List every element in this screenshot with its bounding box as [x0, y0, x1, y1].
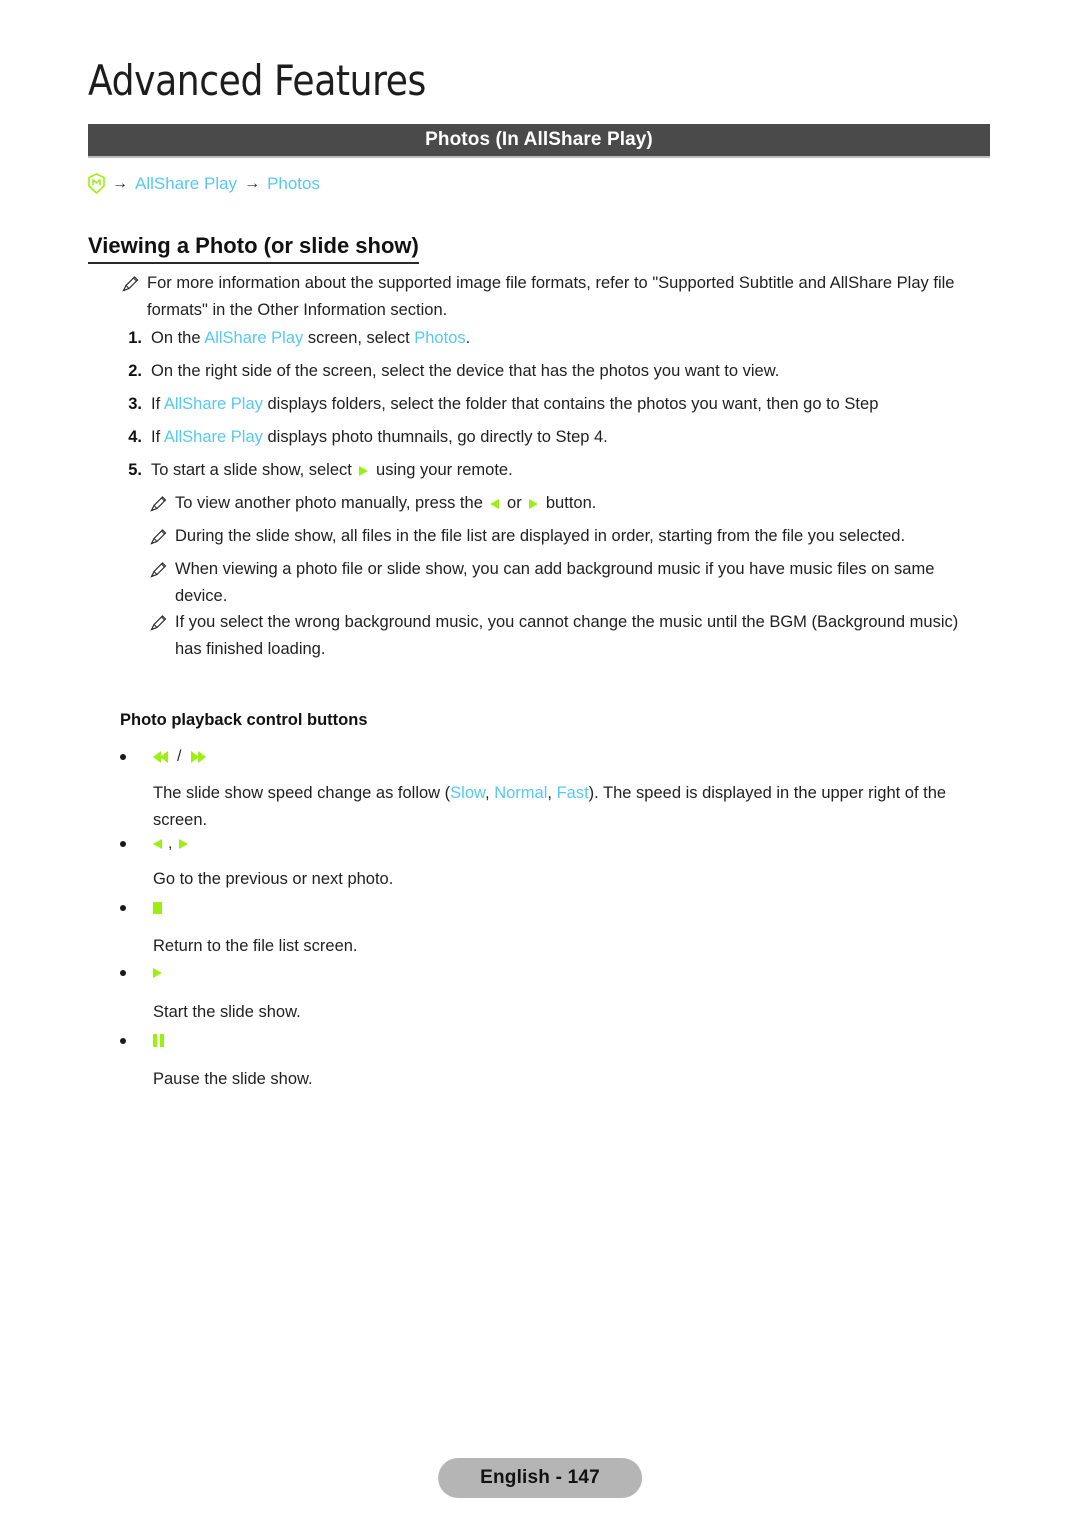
step-1-pre: On the [151, 329, 205, 347]
step-4-mid: displays photo thumnails, go directly to… [262, 428, 608, 446]
glyph-separator: / [177, 748, 182, 765]
step-2: 2. On the right side of the screen, sele… [122, 358, 988, 385]
control-stop-glyphs [153, 902, 162, 914]
play-icon [153, 968, 162, 978]
step-3-pre: If [151, 395, 164, 413]
breadcrumb-item-allshare-play[interactable]: AllShare Play [135, 174, 237, 194]
pencil-note-icon [150, 527, 167, 545]
control-play-glyphs [153, 968, 162, 978]
manual-page: Advanced Features Photos (In AllShare Pl… [0, 0, 1080, 1534]
step-3-mid: displays folders, select the folder that… [262, 395, 879, 413]
step-4-text: If AllShare Play displays photo thumnail… [151, 424, 988, 451]
control-stop-description: Return to the file list screen. [153, 937, 358, 955]
breadcrumb-arrow-2: → [244, 174, 261, 192]
pencil-note-icon [150, 494, 167, 512]
control-item-prev-next: , [120, 835, 189, 853]
step-3-text: If AllShare Play displays folders, selec… [151, 391, 988, 418]
intro-note: For more information about the supported… [122, 270, 988, 323]
step-1-link-photos[interactable]: Photos [414, 329, 465, 347]
note-4-text: If you select the wrong background music… [175, 613, 959, 658]
bullet-dot [120, 754, 126, 760]
glyph-separator: , [168, 835, 173, 852]
menu-icon [88, 173, 105, 195]
step-4-number: 4. [128, 428, 142, 446]
control-pause-description: Pause the slide show. [153, 1070, 313, 1088]
play-icon [359, 465, 369, 476]
control-pause-glyphs [153, 1034, 164, 1047]
step-5-post: using your remote. [371, 461, 513, 479]
control-prev-next-glyphs: , [153, 835, 189, 853]
control-item-stop [120, 902, 162, 914]
bullet-dot [120, 905, 126, 911]
note-1-pre: To view another photo manually, press th… [175, 494, 488, 512]
step-1-mid: screen, select [303, 329, 415, 347]
step-1-link-allshare-play[interactable]: AllShare Play [204, 329, 303, 347]
speed-option-normal: Normal [494, 784, 548, 802]
pencil-note-icon [122, 274, 139, 292]
step-2-text: On the right side of the screen, select … [151, 362, 780, 380]
next-icon [529, 498, 539, 509]
control-speed-glyphs: / [153, 748, 207, 766]
speed-option-fast: Fast [556, 784, 589, 802]
step-5-pre: To start a slide show, select [151, 461, 357, 479]
step-5-text: To start a slide show, select using your… [151, 457, 988, 484]
step-4: 4. If AllShare Play displays photo thumn… [122, 424, 988, 451]
note-1-mid: or [502, 494, 527, 512]
breadcrumb-item-photos[interactable]: Photos [267, 174, 320, 194]
previous-icon [490, 498, 500, 509]
intro-note-text: For more information about the supported… [147, 274, 955, 319]
section-header-bar: Photos (In AllShare Play) [88, 124, 990, 158]
controls-section-title: Photo playback control buttons [120, 711, 368, 729]
note-1-text: To view another photo manually, press th… [175, 490, 988, 517]
control-item-pause [120, 1034, 164, 1047]
page-number-badge: English - 147 [438, 1458, 642, 1498]
control-item-play [120, 968, 162, 978]
previous-icon [153, 839, 162, 849]
pause-icon [153, 1034, 164, 1047]
control-item-speed: / [120, 748, 207, 766]
rewind-icon [153, 751, 168, 763]
control-play-description: Start the slide show. [153, 1003, 301, 1021]
sub-heading: Viewing a Photo (or slide show) [88, 233, 419, 264]
step-5: 5. To start a slide show, select using y… [122, 457, 988, 484]
step-3-number: 3. [128, 395, 142, 413]
step-1-post: . [465, 329, 471, 347]
note-4: If you select the wrong background music… [150, 609, 988, 662]
step-4-pre: If [151, 428, 164, 446]
step-2-number: 2. [128, 362, 142, 380]
control-prev-next-description: Go to the previous or next photo. [153, 870, 394, 888]
step-1-text: On the AllShare Play screen, select Phot… [151, 325, 988, 352]
bullet-dot [120, 970, 126, 976]
next-icon [179, 839, 189, 849]
sep-2: , [547, 784, 557, 802]
step-3: 3. If AllShare Play displays folders, se… [122, 391, 988, 418]
stop-icon [153, 902, 162, 914]
pencil-note-icon [150, 560, 167, 578]
control-speed-desc-pre: The slide show speed change as follow ( [153, 784, 451, 802]
note-1: To view another photo manually, press th… [150, 490, 988, 517]
sep-1: , [485, 784, 495, 802]
step-3-link-allshare-play[interactable]: AllShare Play [164, 395, 263, 413]
note-1-post: button. [541, 494, 597, 512]
note-3: When viewing a photo file or slide show,… [150, 556, 988, 609]
pencil-note-icon [150, 613, 167, 631]
bullet-dot [120, 1037, 126, 1044]
step-5-number: 5. [128, 461, 142, 479]
control-speed-description: The slide show speed change as follow (S… [153, 780, 989, 833]
step-1: 1. On the AllShare Play screen, select P… [122, 325, 988, 352]
step-4-link-allshare-play[interactable]: AllShare Play [164, 428, 263, 446]
note-3-text: When viewing a photo file or slide show,… [175, 560, 935, 605]
page-title: Advanced Features [88, 56, 426, 105]
bullet-dot [120, 841, 126, 847]
note-2-text: During the slide show, all files in the … [175, 527, 906, 545]
speed-option-slow: Slow [450, 784, 486, 802]
section-header-label: Photos (In AllShare Play) [425, 129, 653, 150]
breadcrumb: → AllShare Play → Photos [88, 173, 320, 195]
fast-forward-icon [191, 751, 207, 763]
note-2: During the slide show, all files in the … [150, 523, 988, 550]
step-1-number: 1. [128, 329, 142, 347]
breadcrumb-arrow-1: → [112, 174, 128, 192]
